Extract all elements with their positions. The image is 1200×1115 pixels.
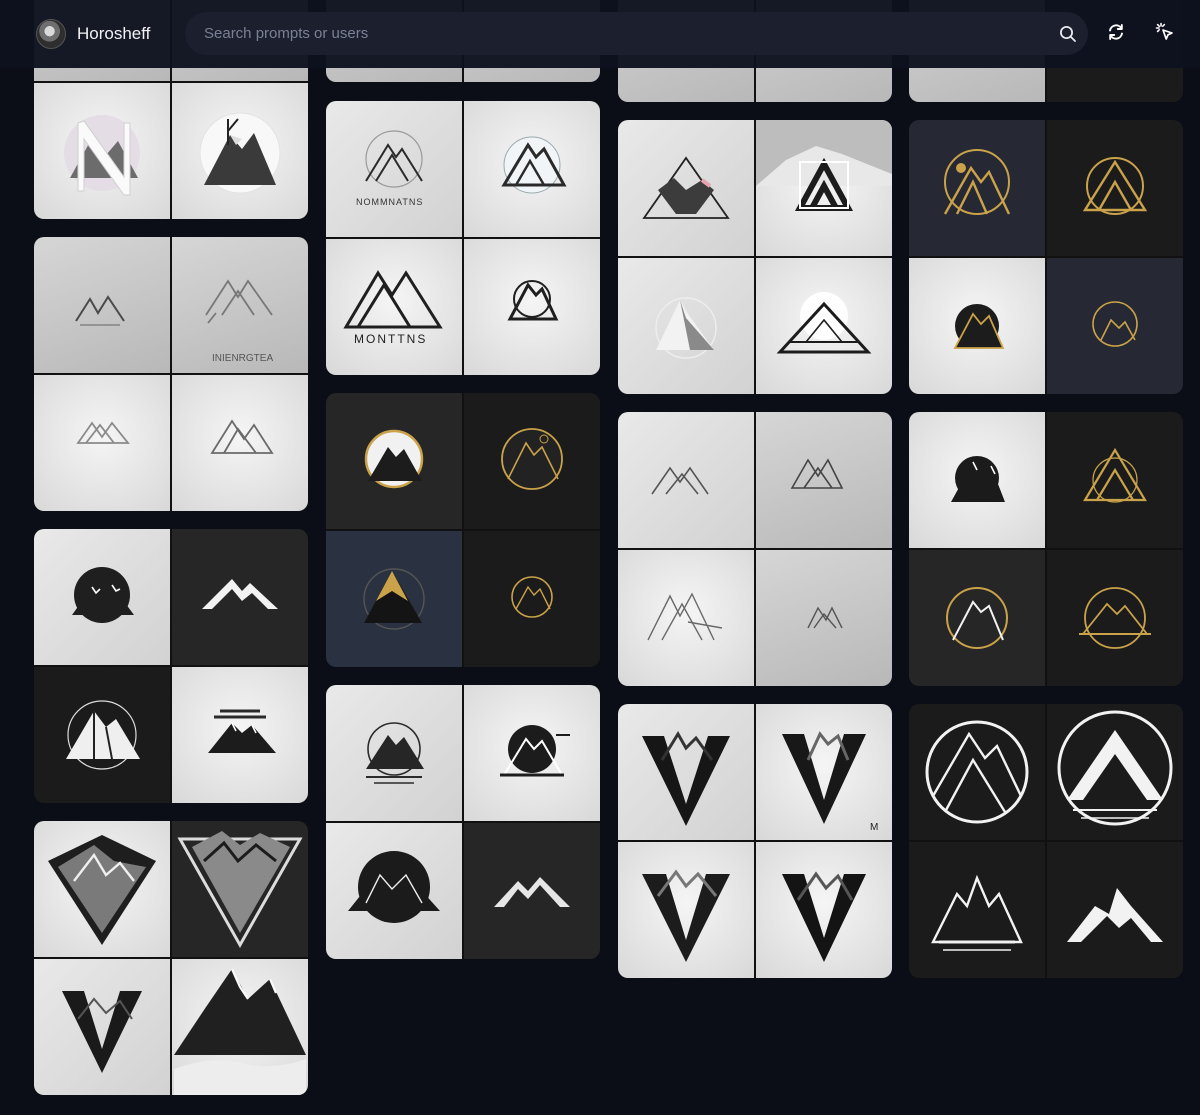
avatar[interactable] — [36, 19, 66, 49]
logo-text: M — [870, 822, 878, 833]
mountain-logo-image — [34, 959, 170, 1095]
image-card[interactable] — [34, 529, 308, 803]
mountain-logo-image — [172, 375, 308, 511]
refresh-button[interactable] — [1101, 19, 1131, 49]
mountain-logo-image — [34, 83, 170, 219]
mountain-logo-image — [326, 823, 462, 959]
mountain-logo-image — [756, 120, 892, 256]
mountain-logo-image — [618, 120, 754, 256]
cursor-mode-button[interactable] — [1150, 19, 1180, 49]
image-card[interactable]: NOMMNATNS MONTTNS — [326, 101, 600, 375]
mountain-logo-image — [34, 529, 170, 665]
search-bar — [185, 12, 1088, 55]
mountain-logo-image — [34, 375, 170, 511]
mountain-logo-image — [756, 842, 892, 978]
logo-text: MONTTNS — [354, 332, 427, 346]
mountain-logo-image — [464, 823, 600, 959]
mountain-logo-image: INIENRGTEA — [172, 237, 308, 373]
cursor-click-icon — [1155, 22, 1175, 47]
mountain-logo-image — [618, 412, 754, 548]
mountain-logo-image — [326, 531, 462, 667]
mountain-logo-image: M — [756, 704, 892, 840]
mountain-logo-image — [756, 550, 892, 686]
mountain-logo-image — [618, 704, 754, 840]
logo-text: INIENRGTEA — [212, 353, 273, 364]
mountain-logo-image — [756, 258, 892, 394]
image-card[interactable] — [618, 120, 892, 394]
image-card[interactable]: M — [618, 704, 892, 978]
mountain-logo-image — [909, 412, 1045, 548]
mountain-logo-image — [326, 685, 462, 821]
image-card[interactable] — [326, 685, 600, 959]
mountain-logo-image — [1047, 550, 1183, 686]
mountain-logo-image: NOMMNATNS — [326, 101, 462, 237]
mountain-logo-image — [34, 237, 170, 373]
mountain-logo-image — [464, 239, 600, 375]
refresh-icon — [1106, 22, 1126, 47]
mountain-logo-image — [34, 667, 170, 803]
mountain-logo-image — [756, 412, 892, 548]
mountain-logo-image — [1047, 704, 1183, 840]
mountain-logo-image — [172, 83, 308, 219]
image-card[interactable] — [909, 704, 1183, 978]
mountain-logo-image — [909, 550, 1045, 686]
mountain-logo-image — [464, 531, 600, 667]
mountain-logo-image — [464, 393, 600, 529]
search-input[interactable] — [185, 12, 1048, 55]
top-bar: Horosheff — [0, 0, 1200, 68]
mountain-logo-image — [1047, 258, 1183, 394]
image-card[interactable] — [909, 412, 1183, 686]
mountain-logo-image — [1047, 412, 1183, 548]
mountain-logo-image — [172, 529, 308, 665]
logo-text: NOMMNATNS — [356, 197, 423, 207]
image-card[interactable] — [618, 412, 892, 686]
mountain-logo-image — [618, 258, 754, 394]
mountain-logo-image — [464, 685, 600, 821]
mountain-logo-image — [1047, 120, 1183, 256]
mountain-logo-image — [172, 667, 308, 803]
mountain-logo-image — [172, 959, 308, 1095]
image-card[interactable] — [34, 821, 308, 1095]
mountain-logo-image — [1047, 842, 1183, 978]
mountain-logo-image — [326, 393, 462, 529]
mountain-logo-image: MONTTNS — [326, 239, 462, 375]
mountain-logo-image — [909, 704, 1045, 840]
user-profile[interactable]: Horosheff — [36, 18, 150, 50]
image-card[interactable] — [326, 393, 600, 667]
mountain-logo-image — [909, 842, 1045, 978]
search-icon[interactable] — [1048, 12, 1088, 55]
mountain-logo-image — [172, 821, 308, 957]
mountain-logo-image — [909, 258, 1045, 394]
mountain-logo-image — [34, 821, 170, 957]
username[interactable]: Horosheff — [77, 24, 150, 44]
image-card[interactable]: INIENRGTEA — [34, 237, 308, 511]
mountain-logo-image — [464, 101, 600, 237]
mountain-logo-image — [909, 120, 1045, 256]
mountain-logo-image — [618, 550, 754, 686]
mountain-logo-image — [618, 842, 754, 978]
image-card[interactable] — [909, 120, 1183, 394]
